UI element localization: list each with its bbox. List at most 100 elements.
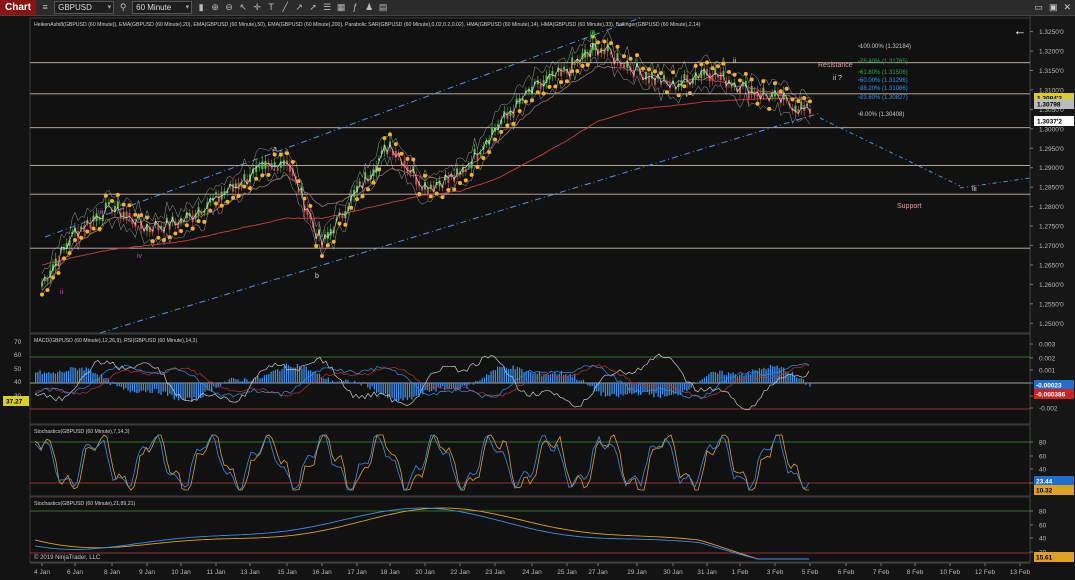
macd-histogram-bar [448,383,450,389]
macd-histogram-bar [576,379,578,383]
macd-histogram-bar [461,383,464,386]
parabolic-sar-dot [290,160,295,165]
candle [215,192,217,195]
candle [217,195,220,203]
parabolic-sar-dot [91,226,96,231]
macd-histogram-bar [338,381,340,383]
macd-histogram-bar [321,378,323,383]
parabolic-sar-dot [653,69,657,74]
macd-histogram-bar [332,380,334,383]
macd-histogram-bar [644,383,646,392]
price-tick-label: 1.2750'0 [1039,224,1064,231]
wave-label: ii [733,58,737,65]
parabolic-sar-dot [127,203,132,208]
time-tick-label: 15 Jan [277,569,297,576]
time-tick-label: 30 Jan [663,569,683,576]
macd-histogram-bar [411,383,413,400]
macd-histogram-bar [642,383,644,393]
wave-label: iii [972,186,977,193]
candle [774,90,776,97]
macd-histogram-bar [633,383,635,394]
macd-histogram-bar [127,383,129,391]
macd-histogram-bar [325,379,327,383]
macd-histogram-bar [50,373,52,383]
macd-histogram-bar [646,383,648,393]
candle [341,214,344,219]
candle [41,282,43,287]
parabolic-sar-dot [167,235,172,240]
parabolic-sar-dot [320,254,324,259]
macd-histogram-bar [409,383,411,398]
macd-histogram-bar [140,383,142,392]
parabolic-sar-dot [121,202,126,207]
candle [806,103,809,107]
time-tick-label: 16 Jan [312,569,332,576]
macd-histogram-bar [444,383,446,391]
macd-value-label: -0.00023 [1036,383,1062,390]
macd-tick-label: -0.002 [1039,406,1058,413]
macd-histogram-bar [488,375,490,383]
parabolic-sar-dot [308,203,313,208]
macd-histogram-bar [629,383,631,394]
macd-histogram-bar [391,383,393,398]
macd-histogram-bar [277,369,279,383]
time-tick-label: 24 Jan [522,569,542,576]
parabolic-sar-dot [162,237,166,242]
candle [573,62,576,66]
parabolic-sar-dot [434,191,439,196]
parabolic-sar-dot [236,194,241,199]
macd-histogram-bar [347,380,349,383]
macd-histogram-bar [483,377,486,383]
parabolic-sar-dot [547,84,552,89]
time-tick-label: 29 Jan [627,569,647,576]
macd-histogram-bar [160,383,162,395]
rsi-tick-label: 40 [14,379,22,386]
macd-histogram-bar [296,364,299,383]
parabolic-sar-dot [343,222,348,227]
time-tick-label: 10 Jan [171,569,191,576]
candle [456,168,459,175]
macd-histogram-bar [61,372,63,383]
candle [606,43,609,52]
parabolic-sar-dot [254,176,259,181]
parabolic-sar-dot [481,156,486,161]
stochastics-slow-panel [29,496,1031,563]
parabolic-sar-dot [802,96,807,101]
macd-histogram-bar [415,383,417,396]
time-tick-label: 18 Jan [380,569,400,576]
macd-histogram-bar [323,378,325,383]
parabolic-sar-dot [285,151,289,156]
chart-canvas[interactable]: 1.3250'01.3200'01.3150'01.3100'01.3050'0… [0,0,1075,580]
price-tick-label: 1.3150'0 [1039,68,1064,75]
parabolic-sar-dot [553,84,558,89]
macd-histogram-bar [703,377,706,383]
candle [255,165,258,173]
macd-histogram-bar [85,367,87,383]
macd-histogram-bar [180,383,182,398]
macd-histogram-bar [439,383,442,389]
parabolic-sar-dot [628,56,633,61]
parabolic-sar-dot [732,72,737,77]
parabolic-sar-dot [721,61,726,66]
parabolic-sar-dot [535,90,540,95]
macd-histogram-bar [651,383,653,395]
macd-histogram-bar [791,371,794,383]
candle [551,71,554,77]
rsi-value-label: 37.27 [6,399,23,406]
macd-histogram-bar [750,374,752,383]
parabolic-sar-dot [349,205,354,210]
macd-histogram-bar [70,367,72,383]
macd-histogram-bar [721,370,723,383]
time-tick-label: 31 Jan [697,569,717,576]
macd-histogram-bar [57,372,59,383]
macd-histogram-bar [453,383,455,389]
parabolic-sar-dot [596,40,600,45]
macd-histogram-bar [580,380,582,383]
macd-histogram-bar [274,369,277,383]
macd-rsi-title: MACD(GBPUSD (60 Minute),12,26,9), RSI(GB… [34,338,197,344]
parabolic-sar-dot [541,91,546,96]
candle [107,201,110,205]
stoch-value-label: 23.44 [1036,479,1053,486]
macd-histogram-bar [59,370,61,383]
candle [122,212,125,218]
